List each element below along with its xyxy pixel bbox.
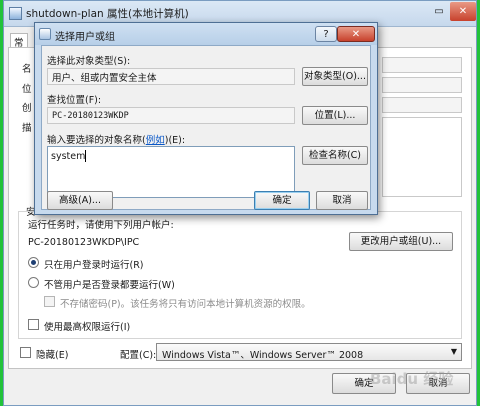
watermark: Baidu 经验 [370,370,454,388]
configure-for-label: 配置(C): [120,350,157,361]
radio-logged-on-label: 只在用户登录时运行(R) [44,260,144,271]
locations-button[interactable]: 位置(L)... [302,106,368,125]
location-field: PC-20180123WKDP [47,107,295,124]
no-password-checkbox[interactable] [44,296,55,307]
object-names-prompt-pre: 输入要选择的对象名称( [47,135,146,146]
configure-for-select[interactable]: Windows Vista™、Windows Server™ 2008 ▼ [156,343,462,361]
description-field[interactable] [382,117,462,197]
dialog-titlebar: 选择用户或组 ? ✕ [35,23,377,45]
dialog-title: 选择用户或组 [55,32,115,43]
configure-for-value: Windows Vista™、Windows Server™ 2008 [162,350,364,361]
object-type-field: 用户、组或内置安全主体 [47,68,295,85]
hidden-label: 隐藏(E) [36,350,69,361]
radio-selected-dot [31,260,36,265]
location-field [382,77,462,93]
author-field [382,97,462,113]
window-app-icon [9,7,22,20]
select-user-dialog: 选择用户或组 ? ✕ 选择此对象类型(S): 用户、组或内置安全主体 对象类型(… [34,22,378,215]
no-password-label: 不存储密码(P)。该任务将只有访问本地计算机资源的权限。 [60,299,311,310]
dialog-users-icon [39,28,51,40]
highest-privileges-label: 使用最高权限运行(I) [44,322,131,333]
object-types-button[interactable]: 对象类型(O)... [302,67,368,86]
dialog-cancel-button[interactable]: 取消 [316,191,368,210]
description-label: 描 [22,123,32,134]
highest-privileges-checkbox[interactable] [28,319,39,330]
window-title: shutdown-plan 属性(本地计算机) [26,8,189,20]
chevron-down-icon: ▼ [450,347,457,356]
object-names-prompt: 输入要选择的对象名称(例如)(E): [47,132,185,146]
examples-link[interactable]: 例如 [146,135,165,146]
location-label: 位 [22,84,32,95]
minimize-icon[interactable]: ▭ [428,2,450,21]
dialog-body: 选择此对象类型(S): 用户、组或内置安全主体 对象类型(O)... 查找位置(… [41,45,371,210]
run-as-account: PC-20180123WKDP\IPC [28,237,140,248]
object-names-value: system [51,151,86,162]
dialog-ok-button[interactable]: 确定 [254,191,310,210]
hidden-checkbox[interactable] [20,347,31,358]
author-label: 创 [22,103,32,114]
radio-whether-label: 不管用户是否登录都要运行(W) [44,280,175,291]
advanced-button[interactable]: 高级(A)... [47,191,113,210]
object-names-prompt-post: )(E): [164,135,186,146]
close-icon[interactable]: ✕ [450,2,476,21]
text-caret [85,150,86,162]
run-as-prompt: 运行任务时，请使用下列用户帐户: [28,220,174,231]
radio-logged-on[interactable] [28,257,39,268]
location-label: 查找位置(F): [47,95,102,106]
object-type-label: 选择此对象类型(S): [47,56,131,67]
name-field[interactable] [382,57,462,73]
radio-whether-logged-on[interactable] [28,277,39,288]
name-label: 名 [22,64,32,75]
check-names-button[interactable]: 检查名称(C) [302,146,368,165]
dialog-close-icon[interactable]: ✕ [337,26,375,42]
help-icon[interactable]: ? [315,26,337,42]
change-user-button[interactable]: 更改用户或组(U)... [349,232,453,251]
